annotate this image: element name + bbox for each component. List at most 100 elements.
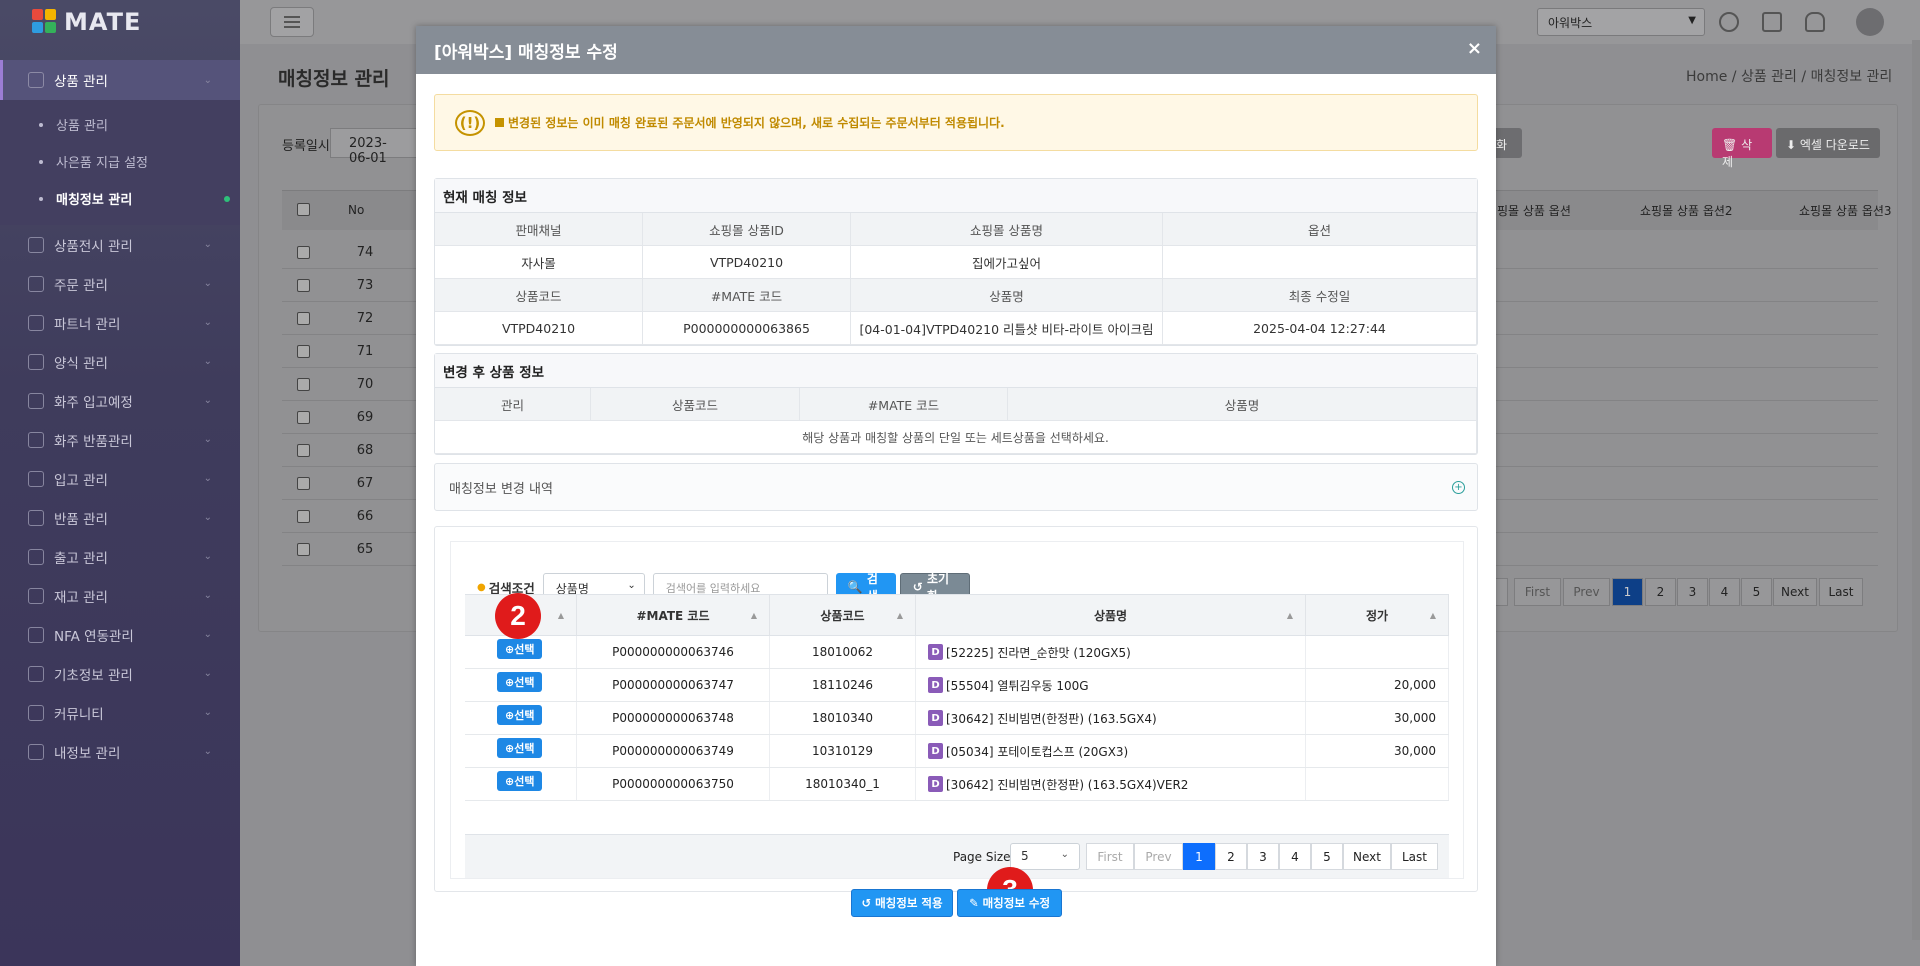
page-prev[interactable]: Prev xyxy=(1563,578,1610,606)
row-checkbox[interactable] xyxy=(297,378,310,391)
sidebar-item-stock[interactable]: 재고 관리 ⌄ xyxy=(0,576,240,615)
d-badge: D xyxy=(928,644,943,660)
page-last[interactable]: Last xyxy=(1819,578,1863,606)
select-button[interactable]: ⊕ 선택 xyxy=(497,672,543,692)
row-checkbox[interactable] xyxy=(297,246,310,259)
sidebar-subitem-product[interactable]: 상품 관리 xyxy=(0,106,240,143)
col-no[interactable]: No xyxy=(348,190,364,230)
page-first[interactable]: First xyxy=(1514,578,1561,606)
apply-matching-button[interactable]: ↺ 매칭정보 적용 xyxy=(851,889,953,917)
select-button[interactable]: ⊕ 선택 xyxy=(497,738,543,758)
history-collapse[interactable]: 매칭정보 변경 내역 + xyxy=(434,463,1478,511)
breadcrumb-item[interactable]: 상품 관리 xyxy=(1741,69,1797,85)
sort-icon[interactable]: ▲ xyxy=(1430,611,1436,620)
col-option1[interactable]: 핑몰 상품 옵션 xyxy=(1497,190,1571,230)
select-button[interactable]: ⊕ 선택 xyxy=(497,639,543,659)
page-edge xyxy=(1494,578,1508,606)
sidebar-subitem-matching[interactable]: 매칭정보 관리 xyxy=(0,180,240,217)
reset-button[interactable]: 화 xyxy=(1492,128,1522,158)
close-icon[interactable]: × xyxy=(1467,38,1482,59)
page-next[interactable]: Next xyxy=(1773,578,1817,606)
sidebar-item-order[interactable]: 주문 관리 ⌄ xyxy=(0,264,240,303)
row-checkbox[interactable] xyxy=(297,312,310,325)
header-product-code: 상품코드 xyxy=(435,279,643,312)
header-manage: 관리 xyxy=(435,388,591,421)
sort-icon[interactable]: ▲ xyxy=(751,611,757,620)
sidebar-item-community[interactable]: 커뮤니티 ⌄ xyxy=(0,693,240,732)
page-1[interactable]: 1 xyxy=(1612,578,1643,606)
avatar[interactable] xyxy=(1856,8,1884,36)
select-all-checkbox[interactable] xyxy=(297,203,310,216)
page-3[interactable]: 3 xyxy=(1247,843,1279,870)
page-next[interactable]: Next xyxy=(1343,843,1391,870)
company-select[interactable]: 아워박스 ▼ xyxy=(1537,8,1705,36)
select-button[interactable]: ⊕ 선택 xyxy=(497,705,543,725)
row-checkbox[interactable] xyxy=(297,279,310,292)
page-1[interactable]: 1 xyxy=(1183,843,1215,870)
sort-icon[interactable]: ▲ xyxy=(897,611,903,620)
sidebar-item-inbound-plan[interactable]: 화주 입고예정 ⌄ xyxy=(0,381,240,420)
page-4[interactable]: 4 xyxy=(1279,843,1311,870)
page-prev[interactable]: Prev xyxy=(1134,843,1183,870)
current-info-grid: 판매채널 쇼핑몰 상품ID 쇼핑몰 상품명 옵션 자사몰 VTPD40210 집… xyxy=(435,213,1477,345)
sort-icon[interactable]: ▲ xyxy=(1287,611,1293,620)
col-product-name[interactable]: 상품명 ▲ xyxy=(916,595,1306,635)
sidebar-item-inbound[interactable]: 입고 관리 ⌄ xyxy=(0,459,240,498)
sidebar-item-nfa[interactable]: NFA 연동관리 ⌄ xyxy=(0,615,240,654)
page-size-select[interactable]: 5 ⌄ xyxy=(1010,843,1080,870)
page-2[interactable]: 2 xyxy=(1215,843,1247,870)
sidebar-subitem-gift[interactable]: 사은품 지급 설정 xyxy=(0,143,240,180)
logo[interactable]: MATE xyxy=(0,0,240,44)
cell-mate-code: P000000000063749 xyxy=(577,735,770,767)
row-checkbox[interactable] xyxy=(297,345,310,358)
col-product-code[interactable]: 상품코드 ▲ xyxy=(770,595,916,635)
sidebar-item-return[interactable]: 반품 관리 ⌄ xyxy=(0,498,240,537)
row-checkbox[interactable] xyxy=(297,510,310,523)
select-button-label: 선택 xyxy=(514,676,535,689)
row-checkbox[interactable] xyxy=(297,411,310,424)
sidebar-item-outbound[interactable]: 출고 관리 ⌄ xyxy=(0,537,240,576)
page-5[interactable]: 5 xyxy=(1311,843,1343,870)
sidebar-item-display[interactable]: 상품전시 관리 ⌄ xyxy=(0,225,240,264)
row-checkbox[interactable] xyxy=(297,477,310,490)
delete-button[interactable]: 🗑 삭제 xyxy=(1712,128,1772,169)
sidebar-item-owner-return[interactable]: 화주 반품관리 ⌄ xyxy=(0,420,240,459)
col-mate-code[interactable]: #MATE 코드 ▲ xyxy=(577,595,770,635)
sidebar-item-basic[interactable]: 기초정보 관리 ⌄ xyxy=(0,654,240,693)
edit-matching-button[interactable]: ✎ 매칭정보 수정 xyxy=(957,889,1062,917)
date-input[interactable]: 2023-06-01 xyxy=(330,128,420,166)
header-product-code: 상품코드 xyxy=(591,388,800,421)
col-price[interactable]: 정가 ▲ xyxy=(1306,595,1449,635)
page-4[interactable]: 4 xyxy=(1709,578,1740,606)
plus-circle-icon[interactable]: + xyxy=(1452,480,1465,494)
row-checkbox[interactable] xyxy=(297,444,310,457)
col-option2[interactable]: 쇼핑몰 상품 옵션2 xyxy=(1640,190,1733,230)
history-title: 매칭정보 변경 내역 xyxy=(449,481,553,497)
col-label: #MATE 코드 xyxy=(636,608,710,623)
bell-icon[interactable] xyxy=(1805,12,1825,32)
message-icon[interactable] xyxy=(1762,12,1782,32)
sidebar-item-partner[interactable]: 파트너 관리 ⌄ xyxy=(0,303,240,342)
excel-download-button[interactable]: ⬇ 엑셀 다운로드 xyxy=(1776,128,1880,158)
page-last[interactable]: Last xyxy=(1391,843,1438,870)
breadcrumb-home[interactable]: Home xyxy=(1686,69,1727,85)
select-button[interactable]: ⊕ 선택 xyxy=(497,771,543,791)
row-checkbox[interactable] xyxy=(297,543,310,556)
page-scrollbar[interactable] xyxy=(1912,40,1920,940)
page-first[interactable]: First xyxy=(1086,843,1134,870)
cell-product-name: [55504] 열튀김우동 100G xyxy=(946,678,1089,693)
chevron-down-icon: ⌄ xyxy=(203,707,212,718)
sidebar-item-myinfo[interactable]: 내정보 관리 ⌄ xyxy=(0,732,240,771)
menu-toggle-button[interactable] xyxy=(270,7,314,37)
chevron-down-icon: ⌄ xyxy=(203,395,212,406)
chevron-down-icon: ⌄ xyxy=(1060,849,1069,860)
sidebar-item-product[interactable]: 상품 관리 ⌄ xyxy=(0,60,240,100)
page-5[interactable]: 5 xyxy=(1741,578,1772,606)
sort-icon[interactable]: ▲ xyxy=(558,611,564,620)
gear-icon[interactable] xyxy=(1719,12,1739,32)
page-3[interactable]: 3 xyxy=(1677,578,1708,606)
col-option3[interactable]: 쇼핑몰 상품 옵션3 xyxy=(1799,190,1892,230)
page-2[interactable]: 2 xyxy=(1645,578,1676,606)
sidebar-item-form[interactable]: 양식 관리 ⌄ xyxy=(0,342,240,381)
sidebar-item-label: 화주 반품관리 xyxy=(54,433,133,450)
